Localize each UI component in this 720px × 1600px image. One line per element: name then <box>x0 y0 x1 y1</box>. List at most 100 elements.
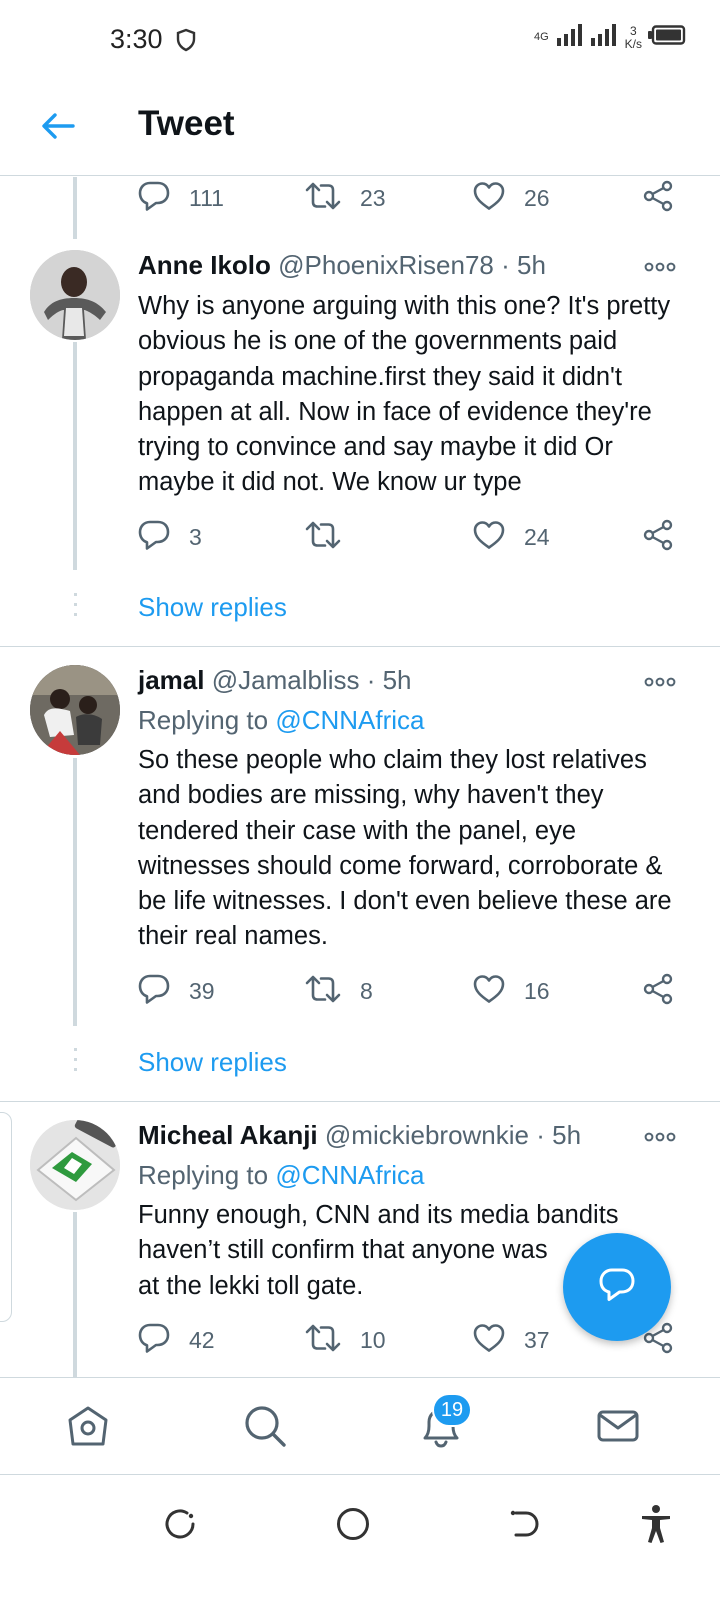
share-button[interactable] <box>642 178 674 218</box>
signal-icon <box>556 24 585 51</box>
system-navigation-bar <box>0 1476 720 1600</box>
status-bar: 3:30 4G 3 K/s <box>0 0 720 80</box>
avatar[interactable] <box>30 1120 120 1210</box>
home-nav-button[interactable] <box>331 1504 375 1548</box>
retweet-button[interactable] <box>304 517 360 557</box>
heart-icon <box>472 520 506 555</box>
compose-reply-button[interactable] <box>563 1233 671 1341</box>
author-name[interactable]: jamal <box>138 665 205 695</box>
thread-connector <box>73 1212 77 1377</box>
tweet-header: Anne Ikolo @PhoenixRisen78 · 5h <box>138 250 678 284</box>
avatar[interactable] <box>30 665 120 755</box>
author-name[interactable]: Micheal Akanji <box>138 1120 318 1150</box>
retweet-button[interactable]: 8 <box>304 971 373 1011</box>
like-count: 16 <box>524 977 550 1004</box>
reply-count: 111 <box>189 184 224 211</box>
retweet-count: 10 <box>360 1326 386 1353</box>
author-handle: @Jamalbliss · 5h <box>211 665 412 695</box>
mention-link[interactable]: @CNNAfrica <box>275 705 424 735</box>
more-dots-icon <box>644 1131 676 1148</box>
tweet-header: Micheal Akanji @mickiebrownkie · 5h <box>138 1120 678 1154</box>
more-options-button[interactable] <box>644 675 676 689</box>
mention-link[interactable]: @CNNAfrica <box>275 1160 424 1190</box>
author-handle: @PhoenixRisen78 · 5h <box>278 250 546 280</box>
reply-icon <box>137 973 171 1010</box>
author-name[interactable]: Anne Ikolo <box>138 250 271 280</box>
retweet-icon <box>304 520 342 555</box>
thread-dots <box>74 1048 77 1078</box>
status-indicators: 4G 3 K/s <box>534 24 686 51</box>
more-options-button[interactable] <box>644 1130 676 1144</box>
tab-home[interactable] <box>64 1404 112 1452</box>
tweet-text: Why is anyone arguing with this one? It'… <box>138 292 671 497</box>
home-icon <box>66 1404 110 1453</box>
reply-button[interactable]: 111 <box>137 178 224 218</box>
divider <box>0 646 720 647</box>
reply-count: 42 <box>189 1326 215 1353</box>
reply-icon <box>137 180 171 217</box>
accessibility-icon <box>639 1504 673 1549</box>
thread-dots <box>74 593 77 623</box>
like-button[interactable]: 16 <box>472 971 550 1011</box>
tweet-header: jamal @Jamalbliss · 5h <box>138 665 678 699</box>
status-time: 3:30 <box>110 24 163 54</box>
retweet-button[interactable]: 10 <box>304 1320 386 1360</box>
share-icon <box>642 180 674 217</box>
replying-prefix: Replying to <box>138 705 269 735</box>
author-handle: @mickiebrownkie · 5h <box>324 1120 582 1150</box>
side-panel-handle[interactable] <box>0 1112 12 1322</box>
back-nav-icon <box>508 1507 542 1546</box>
speed-value: 3 <box>629 23 637 38</box>
retweet-button[interactable]: 23 <box>304 178 386 218</box>
retweet-icon <box>304 181 342 216</box>
reply-button[interactable]: 39 <box>137 971 215 1011</box>
like-count: 26 <box>524 184 550 211</box>
retweet-icon <box>304 1323 342 1358</box>
tweet-text-line: Funny enough, CNN and its media bandits <box>138 1201 619 1229</box>
like-button[interactable]: 37 <box>472 1320 550 1360</box>
circle-home-icon <box>335 1506 371 1547</box>
more-options-button[interactable] <box>644 260 676 274</box>
replying-to: Replying to @CNNAfrica <box>138 705 425 736</box>
share-button[interactable] <box>642 517 674 557</box>
back-button[interactable] <box>36 108 80 148</box>
recent-apps-button[interactable] <box>158 1504 202 1548</box>
share-button[interactable] <box>642 971 674 1011</box>
reply-icon <box>137 519 171 556</box>
show-replies-link[interactable]: Show replies <box>138 1047 287 1078</box>
back-nav-button[interactable] <box>503 1504 547 1548</box>
shield-icon <box>176 28 196 57</box>
notifications-badge: 19 <box>432 1393 472 1427</box>
page-title: Tweet <box>138 104 235 143</box>
avatar[interactable] <box>30 250 120 340</box>
tab-messages[interactable] <box>594 1404 642 1452</box>
app-header: Tweet <box>0 80 720 176</box>
tweet-actions: 3 24 <box>137 517 690 557</box>
recent-apps-icon <box>163 1507 197 1546</box>
like-count: 24 <box>524 523 550 550</box>
like-count: 37 <box>524 1326 550 1353</box>
like-button[interactable]: 26 <box>472 178 550 218</box>
thread-connector <box>73 758 77 1026</box>
reply-button[interactable]: 42 <box>137 1320 215 1360</box>
accessibility-button[interactable] <box>634 1504 678 1548</box>
signal-icon-2 <box>590 24 619 51</box>
reply-bubble-icon <box>597 1266 637 1309</box>
retweet-count: 23 <box>360 184 386 211</box>
like-button[interactable]: 24 <box>472 517 550 557</box>
divider <box>0 1101 720 1102</box>
retweet-icon <box>304 974 342 1009</box>
more-dots-icon <box>644 261 676 278</box>
bottom-tab-bar: 19 <box>0 1377 720 1475</box>
retweet-count: 8 <box>360 977 373 1004</box>
heart-icon <box>472 974 506 1009</box>
tab-search[interactable] <box>241 1404 289 1452</box>
reply-count: 3 <box>189 523 202 550</box>
speed-unit: K/s <box>624 36 642 51</box>
search-icon <box>243 1404 287 1453</box>
mail-icon <box>596 1404 640 1453</box>
show-replies-link[interactable]: Show replies <box>138 592 287 623</box>
thread-connector <box>73 177 77 239</box>
reply-button[interactable]: 3 <box>137 517 202 557</box>
tweet-text: So these people who claim they lost rela… <box>138 746 672 951</box>
